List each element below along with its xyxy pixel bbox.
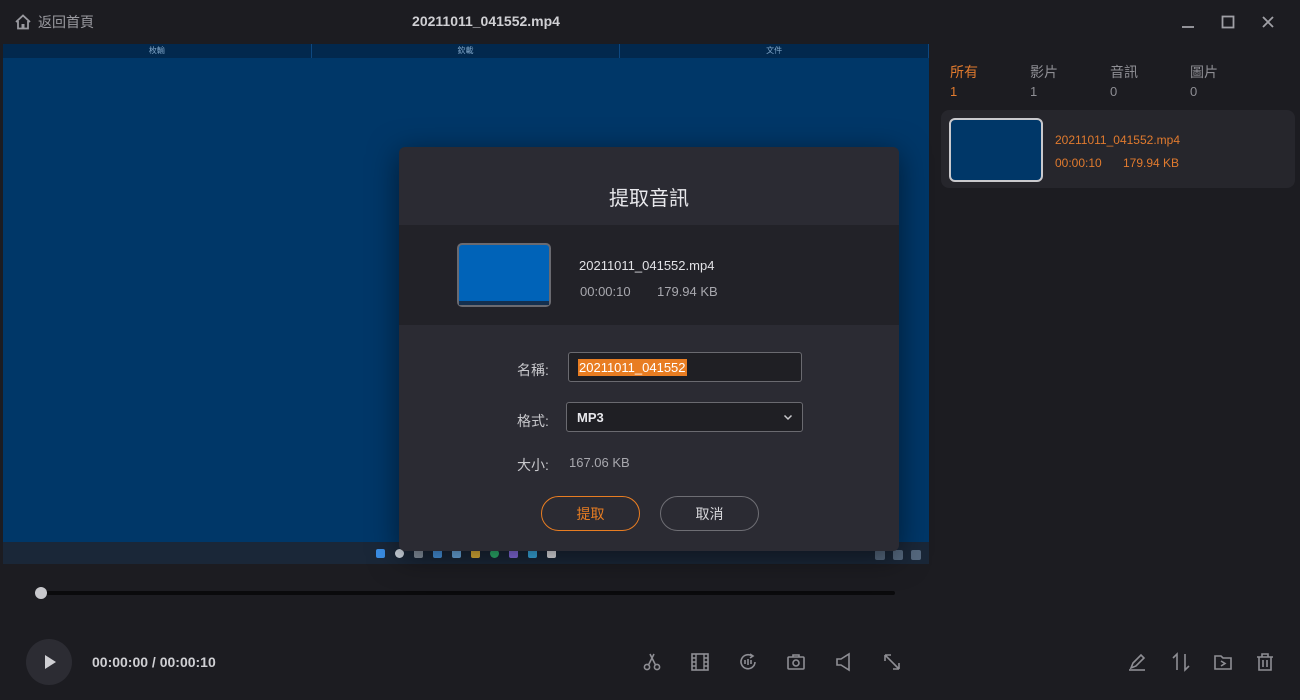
dialog-file-info: 20211011_041552.mp4 00:00:10 179.94 KB (399, 225, 899, 325)
video-system-tray (875, 550, 921, 560)
filter-count: 1 (950, 84, 958, 99)
rename-button[interactable] (1126, 651, 1148, 673)
video-tab: 枚輸 (3, 44, 312, 58)
format-select-value: MP3 (577, 409, 604, 425)
filter-count: 0 (1110, 84, 1118, 99)
camera-icon (787, 654, 805, 670)
video-content-tabs: 枚輸 欽載 文件 (3, 44, 929, 58)
cut-button[interactable] (641, 651, 663, 673)
media-file-size: 179.94 KB (1123, 156, 1180, 170)
tray-icon (911, 550, 921, 560)
snapshot-button[interactable] (785, 651, 807, 673)
filter-count: 1 (1030, 84, 1038, 99)
size-value: 167.06 KB (569, 455, 630, 470)
media-thumbnail (949, 118, 1043, 182)
media-panel: 所有 1 影片 1 音訊 0 圖片 0 20211011_041552.mp4 … (929, 44, 1300, 700)
maximize-icon (1221, 15, 1235, 29)
cancel-button[interactable]: 取消 (660, 496, 759, 531)
name-input-value: 20211011_041552 (578, 358, 687, 376)
name-input[interactable]: 20211011_041552 (568, 352, 802, 382)
minimize-icon (1182, 26, 1194, 28)
format-select[interactable]: MP3 (566, 402, 803, 432)
filter-tab-video[interactable]: 影片 1 (1030, 62, 1058, 102)
filter-tab-audio[interactable]: 音訊 0 (1110, 62, 1138, 102)
title-bar: 返回首頁 20211011_041552.mp4 (0, 0, 1300, 44)
filter-label: 影片 (1030, 64, 1058, 80)
filter-label: 所有 (950, 64, 978, 80)
media-item[interactable]: 20211011_041552.mp4 00:00:10 179.94 KB (941, 110, 1295, 188)
video-tab: 文件 (620, 44, 929, 58)
scissors-icon (643, 653, 661, 671)
chevron-down-icon (783, 414, 793, 421)
speaker-icon (836, 652, 850, 672)
close-button[interactable] (1258, 12, 1278, 32)
play-button[interactable] (26, 639, 72, 685)
filter-label: 圖片 (1190, 64, 1218, 80)
filter-tab-all[interactable]: 所有 1 (950, 62, 978, 102)
dialog-file-size: 179.94 KB (657, 284, 718, 299)
audio-refresh-icon (740, 653, 756, 670)
sort-button[interactable] (1170, 651, 1192, 673)
play-icon (45, 655, 56, 669)
dialog-file-duration: 00:00:10 (580, 284, 631, 299)
extract-audio-dialog: 提取音訊 20211011_041552.mp4 00:00:10 179.94… (399, 147, 899, 551)
extract-button[interactable]: 提取 (541, 496, 640, 531)
tray-icon (893, 550, 903, 560)
film-button[interactable] (689, 651, 711, 673)
close-icon (1262, 16, 1274, 28)
extract-audio-button[interactable] (737, 651, 759, 673)
volume-button[interactable] (833, 651, 855, 673)
video-tab: 欽載 (312, 44, 621, 58)
seek-bar[interactable] (40, 591, 895, 595)
windows-logo-icon (376, 548, 385, 558)
dialog-title: 提取音訊 (609, 186, 689, 210)
edit-pencil-icon (1129, 653, 1146, 671)
tray-icon (875, 550, 885, 560)
size-label: 大小: (517, 457, 549, 473)
filter-count: 0 (1190, 84, 1198, 99)
export-button[interactable] (1212, 651, 1234, 673)
expand-icon (884, 654, 900, 670)
filter-tab-image[interactable]: 圖片 0 (1190, 62, 1218, 102)
dialog-file-thumbnail (457, 243, 551, 307)
format-label: 格式: (517, 413, 549, 429)
name-label: 名稱: (517, 362, 549, 378)
seek-handle[interactable] (35, 587, 47, 599)
media-duration: 00:00:10 (1055, 156, 1102, 170)
minimize-button[interactable] (1178, 12, 1198, 32)
dialog-file-name: 20211011_041552.mp4 (579, 258, 715, 273)
sort-arrows-icon (1172, 652, 1190, 672)
filter-label: 音訊 (1110, 64, 1138, 80)
film-strip-icon (691, 653, 709, 671)
fullscreen-button[interactable] (881, 651, 903, 673)
maximize-button[interactable] (1218, 12, 1238, 32)
time-readout: 00:00:00 / 00:00:10 (92, 654, 216, 670)
window-title: 20211011_041552.mp4 (412, 13, 560, 29)
trash-icon (1257, 653, 1273, 671)
delete-button[interactable] (1254, 651, 1276, 673)
folder-export-icon (1214, 655, 1232, 670)
media-file-name: 20211011_041552.mp4 (1055, 133, 1181, 147)
